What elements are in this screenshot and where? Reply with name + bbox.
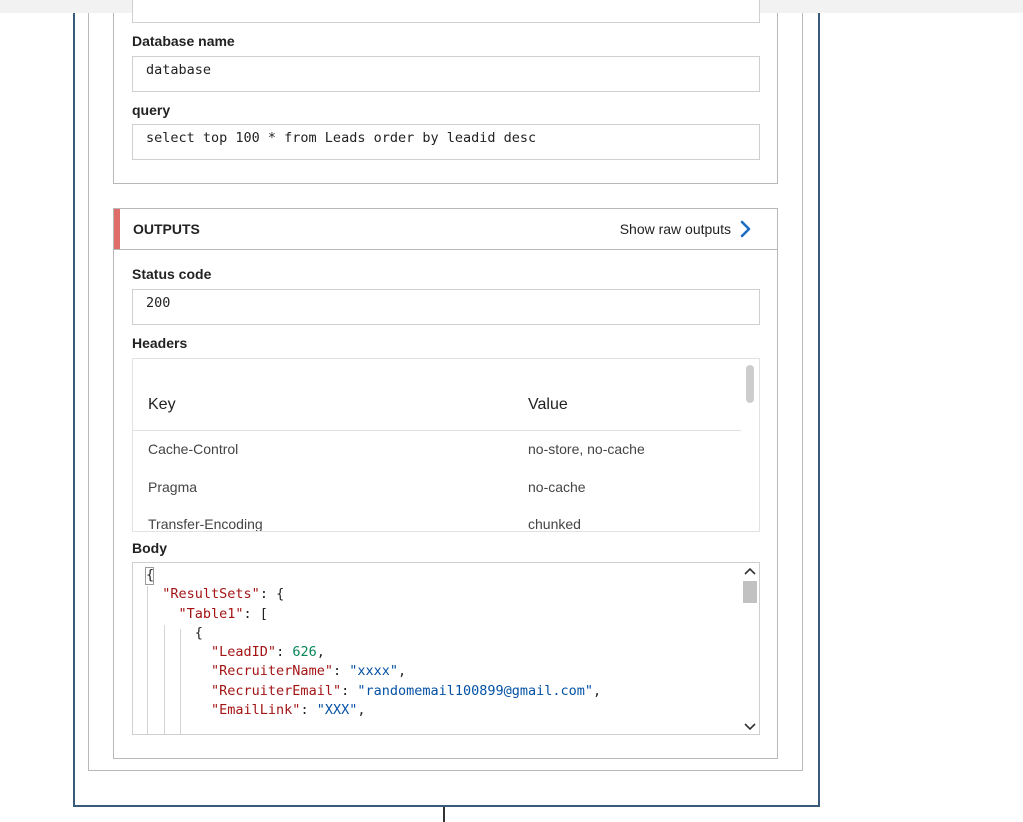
header-row-key: Transfer-Encoding [148,516,263,532]
header-row-key: Cache-Control [148,441,239,457]
body-scrollbar[interactable] [741,563,759,734]
outputs-title: OUTPUTS [133,221,200,237]
query-field: select top 100 * from Leads order by lea… [132,124,760,160]
body-scrollbar-thumb[interactable] [743,581,757,603]
chevron-right-icon[interactable] [737,220,755,238]
code-line: { [194,624,203,641]
code-line: "Table1": [ [178,605,268,622]
flow-connector [443,807,445,822]
status-code-field: 200 [132,289,760,325]
outputs-header: OUTPUTS Show raw outputs [113,208,778,250]
code-line: "ResultSets": { [162,586,285,603]
chevron-down-icon[interactable] [744,722,756,732]
code-line: "RecruiterEmail": "randomemail100899@gma… [211,682,602,699]
status-code-value: 200 [146,295,171,311]
header-row-key: Pragma [148,479,198,495]
code-line: "EmailLink": "XXX", [211,702,366,719]
headers-label: Headers [132,335,188,351]
body-code-viewer[interactable]: { "ResultSets": { "Table1": [ { "LeadID"… [132,562,760,735]
chevron-up-icon[interactable] [744,566,756,576]
database-name-field: database [132,56,760,92]
headers-divider [133,430,743,431]
headers-table: Key Value Cache-Control no-store, no-cac… [132,358,760,532]
header-row-value: chunked [528,516,581,532]
code-line: { [146,567,155,583]
code-line: "LeadID": 626, [211,644,325,661]
header-row-value: no-store, no-cache [528,441,645,457]
query-value: select top 100 * from Leads order by lea… [146,130,537,146]
body-label: Body [132,540,167,556]
query-label: query [132,102,171,118]
previous-field-box [132,0,760,23]
headers-column-key: Key [148,396,176,413]
show-raw-outputs-link[interactable]: Show raw outputs [620,221,731,237]
headers-scrollbar[interactable] [741,359,759,531]
status-code-label: Status code [132,266,212,282]
header-row-value: no-cache [528,479,586,495]
database-name-value: database [146,62,212,78]
body-json: { "ResultSets": { "Table1": [ { "LeadID"… [146,566,601,720]
outputs-accent-bar [114,209,120,249]
headers-column-value: Value [528,396,568,413]
database-name-label: Database name [132,33,235,49]
headers-scrollbar-thumb[interactable] [746,365,754,403]
code-line: "RecruiterName": "xxxx", [211,663,407,680]
